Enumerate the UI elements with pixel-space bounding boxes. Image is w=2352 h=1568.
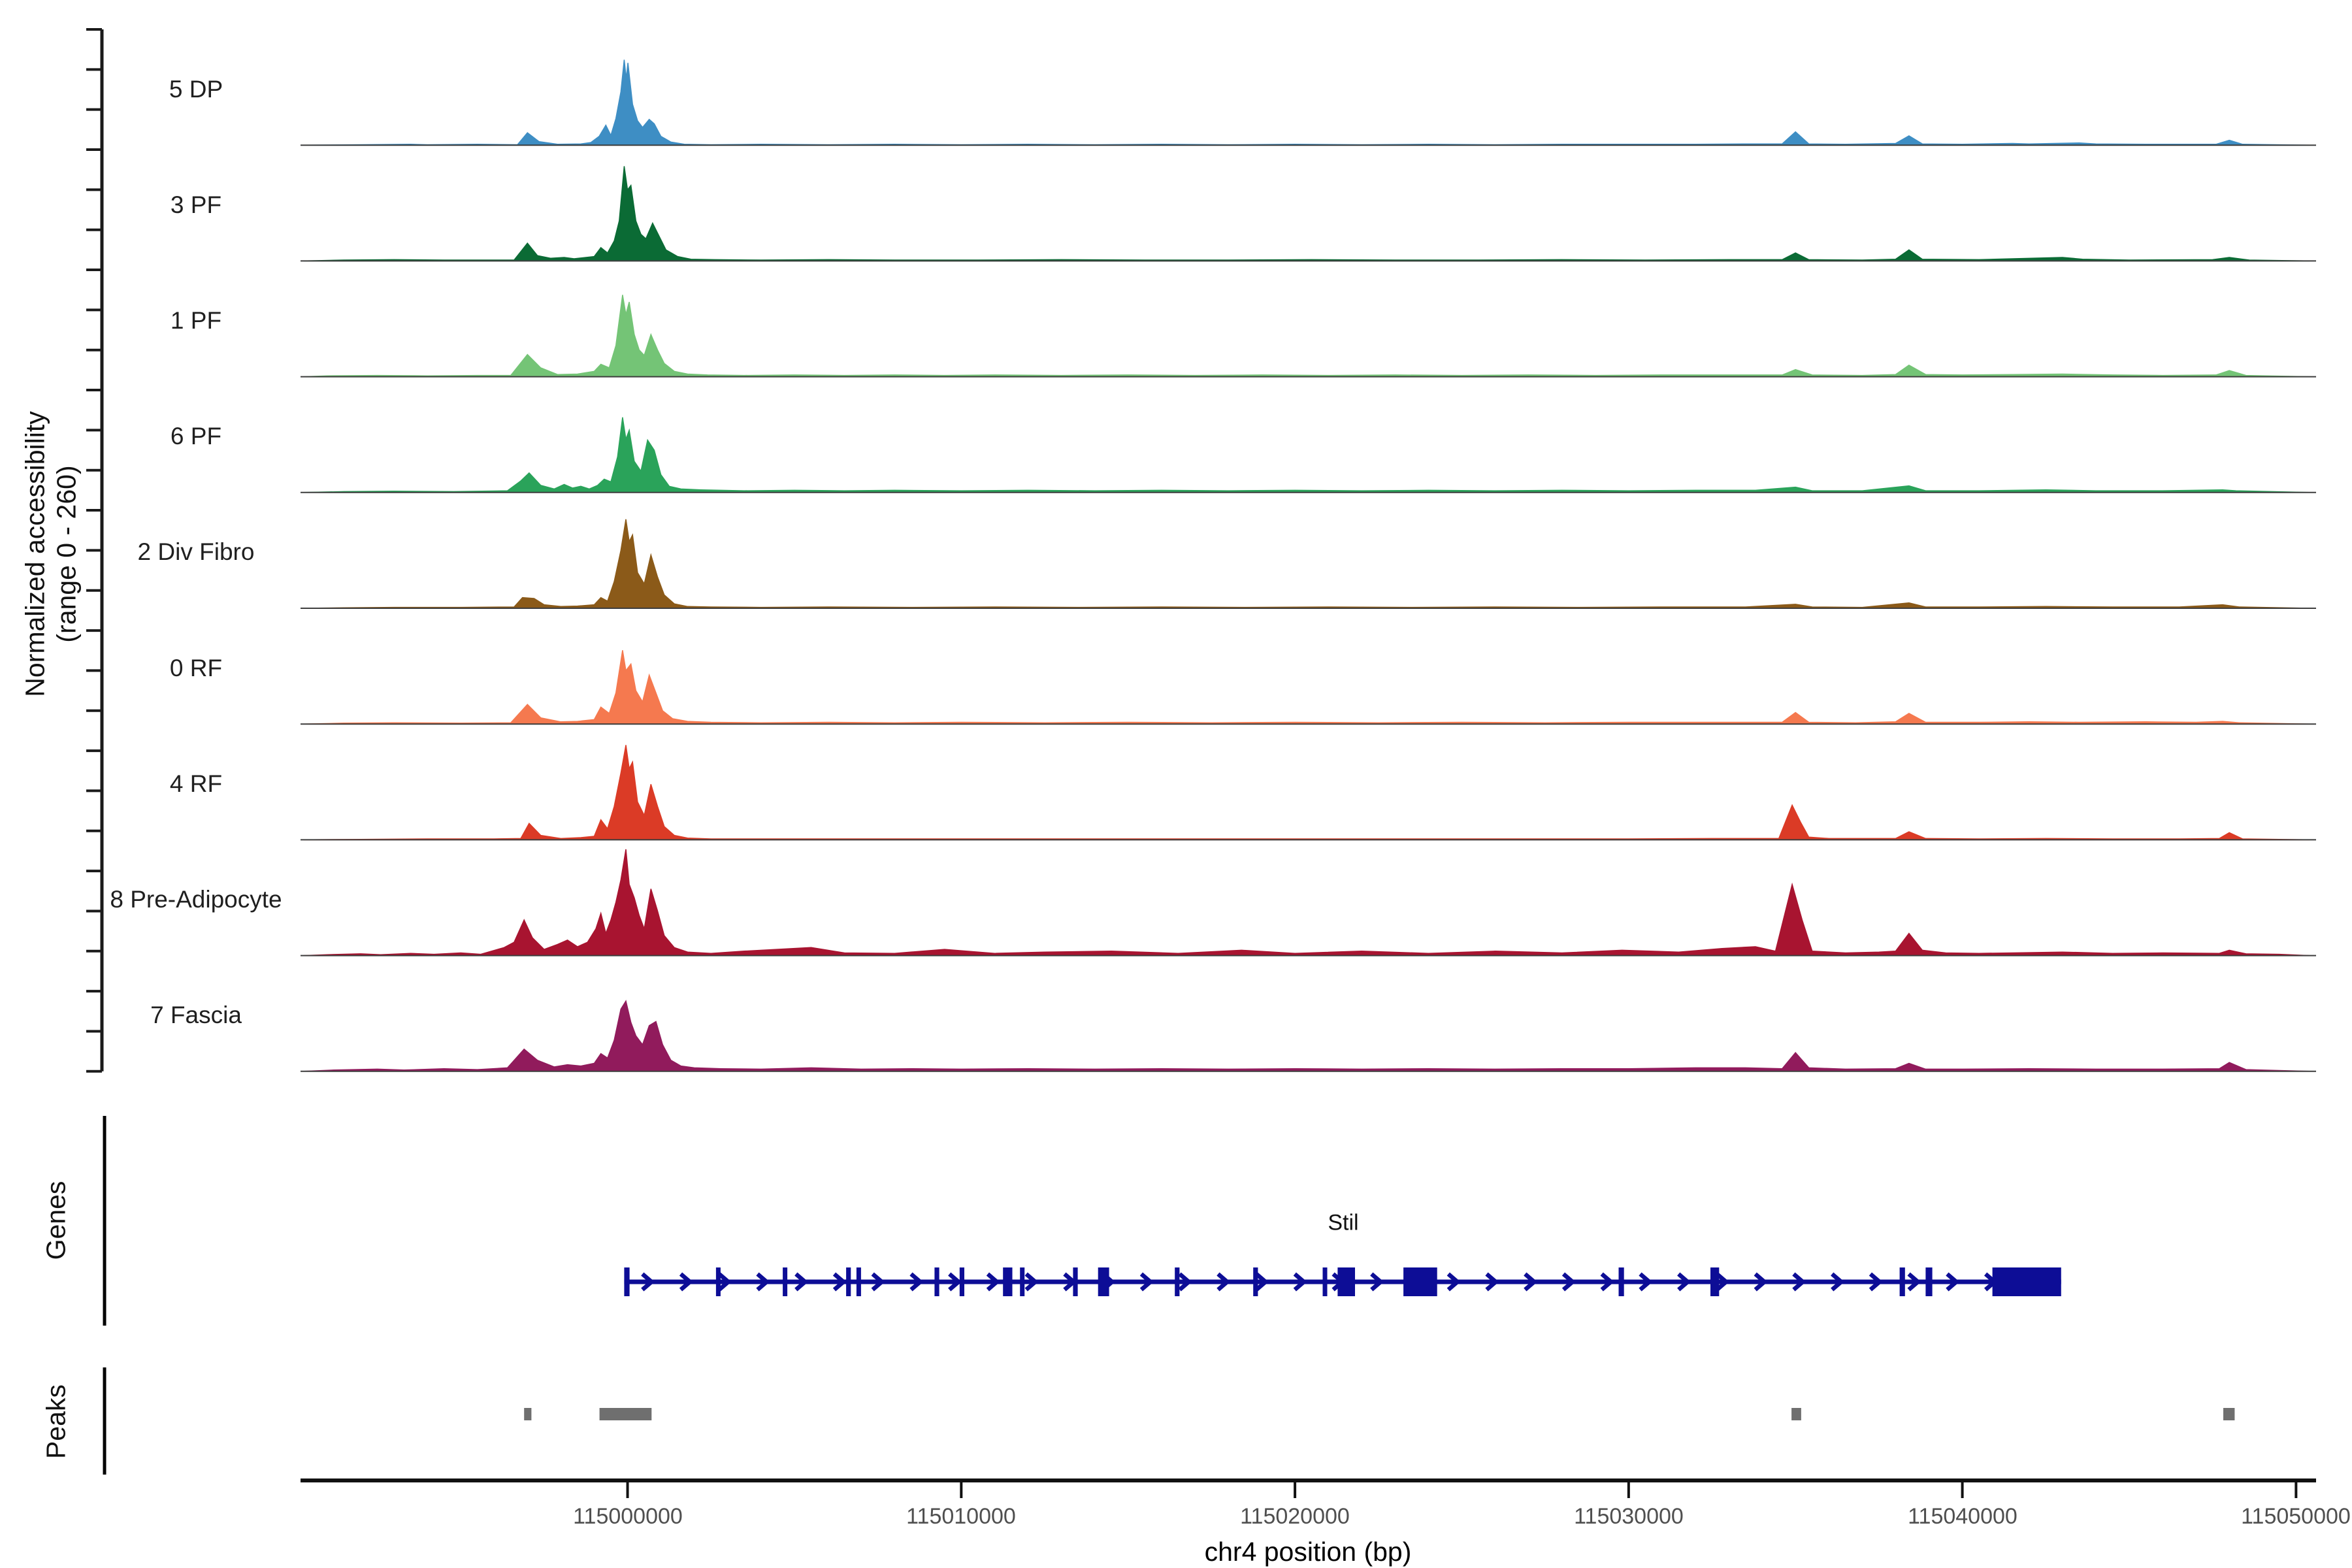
gene-exon-thin bbox=[846, 1267, 851, 1296]
gene-exon-thin bbox=[1175, 1267, 1180, 1296]
track-area-7-fascia bbox=[304, 1000, 2310, 1072]
figure-canvas bbox=[86, 28, 2316, 1498]
y-axis-label: Normalized accessibility (range 0 - 260) bbox=[20, 411, 83, 696]
gene-exon-thin bbox=[1710, 1267, 1720, 1296]
x-axis-title: chr4 position (bp) bbox=[1204, 1537, 1412, 1567]
track-label-1-pf: 1 PF bbox=[170, 307, 222, 334]
peak-call-region bbox=[599, 1408, 652, 1420]
peak-call-region bbox=[524, 1408, 532, 1420]
y-axis-label-line1: Normalized accessibility bbox=[20, 411, 50, 697]
track-area-8-pre-adipocyte bbox=[304, 849, 2310, 956]
track-area-5-dp bbox=[304, 59, 2310, 146]
gene-exon-thin bbox=[1003, 1267, 1013, 1296]
gene-exon-box bbox=[1337, 1267, 1355, 1296]
y-axis-label-line2: (range 0 - 260) bbox=[52, 465, 82, 643]
track-label-4-rf: 4 RF bbox=[169, 770, 223, 797]
track-area-6-pf bbox=[304, 417, 2310, 493]
track-area-0-rf bbox=[304, 650, 2310, 725]
gene-exon-box bbox=[1403, 1267, 1437, 1296]
gene-exon-thin bbox=[624, 1267, 630, 1296]
gene-exon-thin bbox=[1020, 1267, 1025, 1296]
gene-exon-box bbox=[1992, 1267, 2061, 1296]
gene-exon-thin bbox=[1073, 1267, 1078, 1296]
peaks-panel-label: Peaks bbox=[41, 1384, 71, 1459]
gene-exon-thin bbox=[934, 1267, 939, 1296]
x-tick-label-115040000: 115040000 bbox=[1908, 1504, 2017, 1529]
x-tick-label-115020000: 115020000 bbox=[1240, 1504, 1350, 1529]
gene-exon-thin bbox=[1098, 1267, 1109, 1296]
gene-exon-thin bbox=[1322, 1267, 1328, 1296]
genome-browser-figure: Normalized accessibility (range 0 - 260)… bbox=[0, 0, 2352, 1568]
gene-exon-thin bbox=[1899, 1267, 1905, 1296]
gene-exon-thin bbox=[959, 1267, 964, 1296]
gene-exon-thin bbox=[783, 1267, 788, 1296]
x-tick-label-115000000: 115000000 bbox=[573, 1504, 683, 1529]
peak-call-region bbox=[1791, 1408, 1801, 1420]
gene-exon-thin bbox=[1618, 1267, 1624, 1296]
track-label-8-pre-adipocyte: 8 Pre-Adipocyte bbox=[110, 886, 282, 913]
track-area-2-div-fibro bbox=[304, 519, 2310, 609]
x-tick-label-115010000: 115010000 bbox=[906, 1504, 1016, 1529]
gene-exon-thin bbox=[1925, 1267, 1933, 1296]
track-label-5-dp: 5 DP bbox=[169, 76, 223, 103]
track-area-3-pf bbox=[304, 166, 2310, 262]
x-tick-label-115030000: 115030000 bbox=[1574, 1504, 1684, 1529]
track-label-3-pf: 3 PF bbox=[170, 191, 222, 218]
track-label-7-fascia: 7 Fascia bbox=[150, 1002, 242, 1028]
gene-name-label: Stil bbox=[1328, 1210, 1359, 1235]
track-label-6-pf: 6 PF bbox=[170, 423, 222, 449]
track-area-4-rf bbox=[304, 745, 2310, 841]
track-label-0-rf: 0 RF bbox=[169, 655, 223, 681]
track-label-2-div-fibro: 2 Div Fibro bbox=[137, 538, 255, 565]
track-area-1-pf bbox=[304, 295, 2310, 378]
genes-panel-label: Genes bbox=[41, 1181, 71, 1260]
x-tick-label-115050000: 115050000 bbox=[2241, 1504, 2351, 1529]
gene-exon-thin bbox=[1253, 1267, 1258, 1296]
gene-exon-thin bbox=[715, 1267, 721, 1296]
peak-call-region bbox=[2223, 1408, 2235, 1420]
gene-exon-thin bbox=[856, 1267, 861, 1296]
